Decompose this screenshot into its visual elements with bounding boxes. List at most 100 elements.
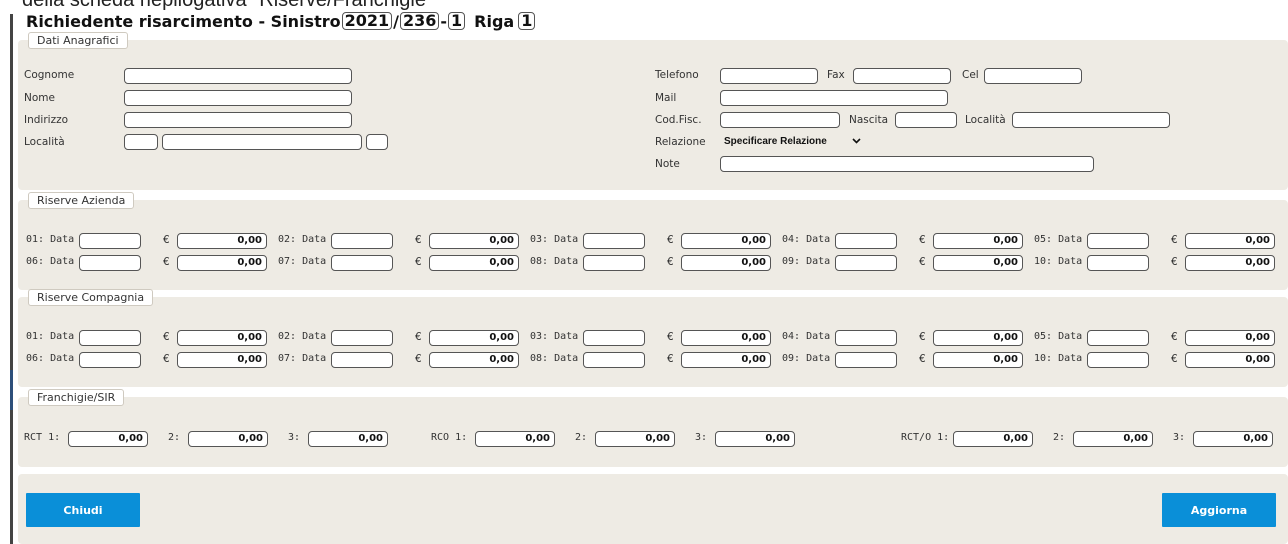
- riserva-compagnia-amount-input[interactable]: 0,00: [1185, 352, 1275, 368]
- riserva-azienda-amount-input[interactable]: 0,00: [681, 255, 771, 271]
- riserva-compagnia-amount-input[interactable]: 0,00: [933, 330, 1023, 346]
- riserva-azienda-amount-input[interactable]: 0,00: [1185, 233, 1275, 249]
- euro-icon: €: [415, 353, 422, 365]
- window-left-marker: [10, 370, 13, 410]
- riserva-azienda-amount-input[interactable]: 0,00: [933, 233, 1023, 249]
- franchigie-legend: Franchigie/SIR: [28, 389, 125, 406]
- nascita-input[interactable]: [895, 112, 957, 128]
- franchigia-amount-input[interactable]: 0,00: [953, 431, 1033, 447]
- page-title: Richiedente risarcimento - Sinistro 2021…: [26, 10, 536, 32]
- fax-input[interactable]: [853, 68, 951, 84]
- chiudi-button[interactable]: Chiudi: [26, 493, 140, 527]
- claim-year-field: 2021: [341, 12, 393, 30]
- riserva-compagnia-date-label: 02: Data: [278, 331, 327, 342]
- nome-label: Nome: [24, 92, 55, 104]
- riserva-compagnia-amount-input[interactable]: 0,00: [1185, 330, 1275, 346]
- riserva-compagnia-amount-input[interactable]: 0,00: [429, 352, 519, 368]
- button-bar: Chiudi Aggiorna: [18, 474, 1288, 544]
- riserva-azienda-date-input[interactable]: [1087, 255, 1149, 271]
- riserva-azienda-date-input[interactable]: [835, 233, 897, 249]
- riserva-azienda-date-input[interactable]: [583, 255, 645, 271]
- riserva-azienda-date-input[interactable]: [79, 233, 141, 249]
- franchigia-amount-input[interactable]: 0,00: [595, 431, 675, 447]
- localita-nascita-input[interactable]: [1012, 112, 1170, 128]
- riserva-compagnia-date-label: 10: Data: [1034, 353, 1083, 364]
- riserve-azienda-legend: Riserve Azienda: [28, 192, 135, 209]
- relazione-select[interactable]: Specificare Relazione: [724, 136, 861, 152]
- riserva-compagnia-amount-input[interactable]: 0,00: [681, 330, 771, 346]
- riserva-compagnia-date-input[interactable]: [331, 352, 393, 368]
- franchigia-amount-input[interactable]: 0,00: [1073, 431, 1153, 447]
- riserva-compagnia-amount-input[interactable]: 0,00: [177, 352, 267, 368]
- relazione-value: Specificare Relazione: [724, 136, 827, 147]
- euro-icon: €: [163, 234, 170, 246]
- riserva-compagnia-date-input[interactable]: [835, 330, 897, 346]
- franchigia-amount-input[interactable]: 0,00: [308, 431, 388, 447]
- riserva-compagnia-date-label: 08: Data: [530, 353, 579, 364]
- riserva-azienda-amount-input[interactable]: 0,00: [1185, 255, 1275, 271]
- riserva-azienda-amount-input[interactable]: 0,00: [429, 255, 519, 271]
- riserva-azienda-date-input[interactable]: [331, 233, 393, 249]
- cel-input[interactable]: [984, 68, 1082, 84]
- euro-icon: €: [415, 256, 422, 268]
- riserva-compagnia-amount-input[interactable]: 0,00: [177, 330, 267, 346]
- franchigia-amount-input[interactable]: 0,00: [68, 431, 148, 447]
- riserva-compagnia-amount-input[interactable]: 0,00: [429, 330, 519, 346]
- riserva-azienda-date-input[interactable]: [583, 233, 645, 249]
- riserva-azienda-amount-input[interactable]: 0,00: [429, 233, 519, 249]
- window-left-border: [10, 14, 13, 544]
- nome-input[interactable]: [124, 90, 352, 106]
- riserva-azienda-amount-input[interactable]: 0,00: [681, 233, 771, 249]
- relazione-label: Relazione: [655, 136, 706, 148]
- euro-icon: €: [919, 353, 926, 365]
- riserva-compagnia-date-label: 03: Data: [530, 331, 579, 342]
- telefono-input[interactable]: [720, 68, 818, 84]
- franchigia-group-label: RCT 1:: [24, 432, 61, 443]
- riserva-compagnia-date-input[interactable]: [583, 330, 645, 346]
- franchigia-amount-input[interactable]: 0,00: [715, 431, 795, 447]
- riserva-azienda-date-label: 07: Data: [278, 256, 327, 267]
- mail-input[interactable]: [720, 90, 948, 106]
- franchigia-group-label: RCO 1:: [431, 432, 468, 443]
- riserva-compagnia-amount-input[interactable]: 0,00: [681, 352, 771, 368]
- riserva-azienda-date-input[interactable]: [331, 255, 393, 271]
- euro-icon: €: [667, 353, 674, 365]
- riserva-compagnia-date-label: 01: Data: [26, 331, 75, 342]
- euro-icon: €: [667, 256, 674, 268]
- aggiorna-button[interactable]: Aggiorna: [1162, 493, 1276, 527]
- riserva-azienda-date-label: 05: Data: [1034, 234, 1083, 245]
- riserva-compagnia-date-input[interactable]: [835, 352, 897, 368]
- codfisc-input[interactable]: [720, 112, 840, 128]
- riserva-compagnia-amount-input[interactable]: 0,00: [933, 352, 1023, 368]
- localita-nascita-label: Località: [965, 114, 1006, 126]
- riserva-azienda-date-input[interactable]: [1087, 233, 1149, 249]
- riga-field: 1: [518, 12, 536, 30]
- riserva-azienda-amount-input[interactable]: 0,00: [177, 255, 267, 271]
- franchigia-amount-input[interactable]: 0,00: [475, 431, 555, 447]
- euro-icon: €: [1171, 256, 1178, 268]
- riserva-azienda-amount-input[interactable]: 0,00: [177, 233, 267, 249]
- riserva-azienda-date-input[interactable]: [79, 255, 141, 271]
- franchigia-amount-input[interactable]: 0,00: [188, 431, 268, 447]
- indirizzo-input[interactable]: [124, 112, 352, 128]
- riserva-compagnia-date-input[interactable]: [79, 330, 141, 346]
- riserva-compagnia-date-input[interactable]: [1087, 330, 1149, 346]
- riserva-compagnia-date-input[interactable]: [583, 352, 645, 368]
- riserva-compagnia-date-input[interactable]: [331, 330, 393, 346]
- euro-icon: €: [1171, 234, 1178, 246]
- note-input[interactable]: [720, 156, 1094, 172]
- riserva-compagnia-date-input[interactable]: [79, 352, 141, 368]
- title-sep1: /: [393, 11, 399, 31]
- localita-input[interactable]: [162, 134, 362, 150]
- chevron-down-icon: [852, 136, 861, 147]
- euro-icon: €: [1171, 353, 1178, 365]
- franchigia-amount-input[interactable]: 0,00: [1193, 431, 1273, 447]
- cap-input[interactable]: [124, 134, 158, 150]
- riserva-azienda-amount-input[interactable]: 0,00: [933, 255, 1023, 271]
- codfisc-label: Cod.Fisc.: [655, 114, 702, 126]
- euro-icon: €: [1171, 331, 1178, 343]
- riserva-compagnia-date-input[interactable]: [1087, 352, 1149, 368]
- riserva-azienda-date-input[interactable]: [835, 255, 897, 271]
- cognome-input[interactable]: [124, 68, 352, 84]
- provincia-input[interactable]: [366, 134, 388, 150]
